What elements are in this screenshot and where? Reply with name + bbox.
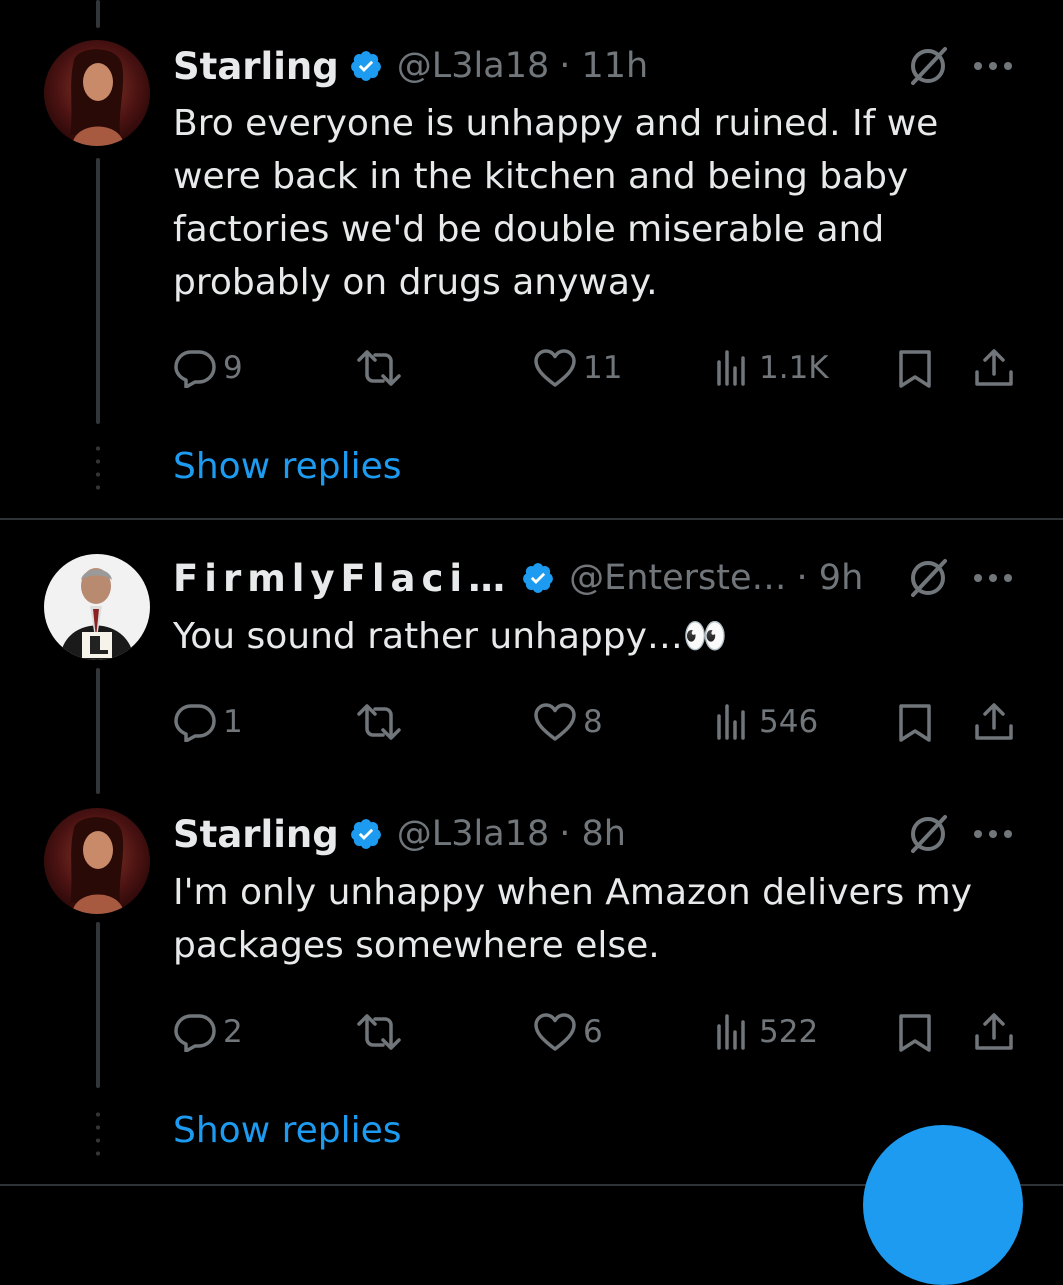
verified-badge-icon (350, 51, 381, 81)
tweet-header: FirmlyFlaci… @Enterste… · 9h (173, 556, 863, 600)
share-icon (975, 703, 1013, 740)
bookmark-button[interactable] (895, 346, 935, 390)
verified-badge-icon (350, 819, 381, 849)
verified-badge-icon (523, 563, 553, 593)
like-count: 6 (583, 1014, 603, 1050)
like-button[interactable]: 6 (533, 1010, 603, 1054)
reply-button[interactable]: 9 (173, 346, 243, 390)
like-icon (534, 349, 576, 387)
share-button[interactable] (973, 700, 1015, 744)
handle[interactable]: @L3la18 (397, 46, 549, 86)
bookmark-icon (899, 1014, 931, 1052)
show-replies-link[interactable]: Show replies (173, 446, 402, 487)
retweet-icon (357, 1014, 401, 1050)
header-icons (905, 556, 1013, 600)
tweet-text: Bro everyone is unhappy and ruined. If w… (173, 103, 939, 303)
tweet[interactable]: FirmlyFlaci… @Enterste… · 9h You sound r… (0, 520, 1063, 798)
tweet-header: Starling @L3la18 · 11h (173, 44, 648, 88)
show-replies-link[interactable]: Show replies (173, 1110, 402, 1151)
views-button[interactable]: 522 (713, 1010, 818, 1054)
header-icons (905, 44, 1013, 88)
tweet-header: Starling @L3la18 · 8h (173, 812, 626, 856)
handle[interactable]: @L3la18 (397, 814, 549, 854)
reply-button[interactable]: 1 (173, 700, 243, 744)
bookmark-button[interactable] (895, 700, 935, 744)
view-count: 522 (759, 1014, 819, 1050)
like-button[interactable]: 11 (533, 346, 622, 390)
share-icon (975, 349, 1013, 386)
reply-icon (174, 704, 216, 742)
reply-icon (174, 350, 216, 388)
like-count: 11 (583, 350, 623, 386)
share-button[interactable] (973, 346, 1015, 390)
action-bar: 1 8 546 (173, 700, 1018, 744)
display-name[interactable]: Starling (173, 45, 339, 88)
view-count: 546 (759, 704, 819, 740)
reply-count: 2 (223, 1014, 243, 1050)
reply-count: 1 (223, 704, 243, 740)
retweet-icon (357, 704, 401, 740)
like-count: 8 (583, 704, 603, 740)
views-button[interactable]: 546 (713, 700, 818, 744)
reply-count: 9 (223, 350, 243, 386)
avatar[interactable] (44, 40, 150, 146)
view-count: 1.1K (759, 350, 829, 386)
tweet[interactable]: Starling @L3la18 · 8h I'm only unhappy w… (0, 790, 1063, 1184)
retweet-button[interactable] (355, 700, 409, 744)
timestamp[interactable]: · 9h (797, 558, 864, 598)
header-icons (905, 812, 1013, 856)
share-button[interactable] (973, 1010, 1015, 1054)
views-icon (717, 1014, 745, 1050)
reply-button[interactable]: 2 (173, 1010, 243, 1054)
views-icon (717, 350, 745, 386)
like-icon (534, 1013, 576, 1051)
views-button[interactable]: 1.1K (713, 346, 829, 390)
views-icon (717, 704, 745, 740)
more-icon[interactable] (973, 61, 1013, 71)
like-icon (534, 703, 576, 741)
grok-icon[interactable] (905, 555, 951, 601)
display-name[interactable]: FirmlyFlaci… (173, 557, 511, 600)
action-bar: 2 6 522 (173, 1010, 1018, 1054)
bookmark-button[interactable] (895, 1010, 935, 1054)
grok-icon[interactable] (905, 811, 951, 857)
grok-icon[interactable] (905, 43, 951, 89)
compose-fab-button[interactable] (863, 1125, 1023, 1285)
reply-icon (174, 1014, 216, 1052)
tweet-text: You sound rather unhappy…👀 (173, 616, 728, 657)
avatar[interactable] (44, 808, 150, 914)
retweet-button[interactable] (355, 346, 409, 390)
retweet-button[interactable] (355, 1010, 409, 1054)
share-icon (975, 1013, 1013, 1050)
more-icon[interactable] (973, 573, 1013, 583)
handle[interactable]: @Enterste… (569, 558, 786, 598)
action-bar: 9 11 1.1K (173, 346, 1018, 390)
bookmark-icon (899, 350, 931, 388)
like-button[interactable]: 8 (533, 700, 603, 744)
timestamp[interactable]: · 11h (559, 46, 648, 86)
timestamp[interactable]: · 8h (559, 814, 626, 854)
bookmark-icon (899, 704, 931, 742)
tweet[interactable]: Starling @L3la18 · 11h Bro everyone is u… (0, 0, 1063, 518)
avatar[interactable] (44, 554, 150, 660)
retweet-icon (357, 350, 401, 386)
display-name[interactable]: Starling (173, 813, 339, 856)
tweet-text: I'm only unhappy when Amazon delivers my… (173, 872, 973, 966)
more-icon[interactable] (973, 829, 1013, 839)
